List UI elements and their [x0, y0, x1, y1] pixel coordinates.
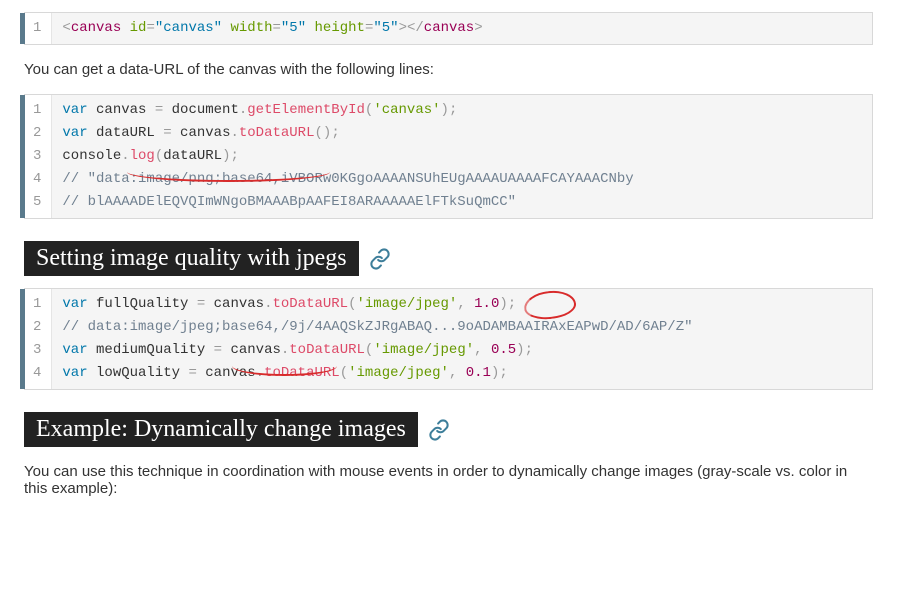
- section-heading: Setting image quality with jpegs: [24, 241, 359, 276]
- line-gutter: 1: [25, 13, 52, 44]
- code-block-js-2: 1 2 3 4 var fullQuality = canvas.toDataU…: [24, 288, 873, 390]
- line-number: 2: [33, 122, 41, 145]
- paragraph: You can use this technique in coordinati…: [24, 463, 873, 497]
- paragraph: You can get a data-URL of the canvas wit…: [24, 61, 873, 78]
- line-gutter: 1 2 3 4 5: [25, 95, 52, 218]
- line-number: 5: [33, 191, 41, 214]
- code-block-html: 1 <canvas id="canvas" width="5" height="…: [24, 12, 873, 45]
- code-content: <canvas id="canvas" width="5" height="5"…: [52, 13, 872, 44]
- line-number: 4: [33, 362, 41, 385]
- line-gutter: 1 2 3 4: [25, 289, 52, 389]
- line-number: 4: [33, 168, 41, 191]
- code-content: var fullQuality = canvas.toDataURL('imag…: [52, 289, 872, 389]
- code-content: var canvas = document.getElementById('ca…: [52, 95, 872, 218]
- link-icon[interactable]: [369, 248, 391, 270]
- line-number: 3: [33, 339, 41, 362]
- accent-bar: [20, 289, 25, 389]
- line-number: 1: [33, 293, 41, 316]
- line-number: 2: [33, 316, 41, 339]
- link-icon[interactable]: [428, 419, 450, 441]
- section-heading: Example: Dynamically change images: [24, 412, 418, 447]
- line-number: 3: [33, 145, 41, 168]
- line-number: 1: [33, 17, 41, 40]
- accent-bar: [20, 95, 25, 218]
- code-block-js-1: 1 2 3 4 5 var canvas = document.getEleme…: [24, 94, 873, 219]
- line-number: 1: [33, 99, 41, 122]
- accent-bar: [20, 13, 25, 44]
